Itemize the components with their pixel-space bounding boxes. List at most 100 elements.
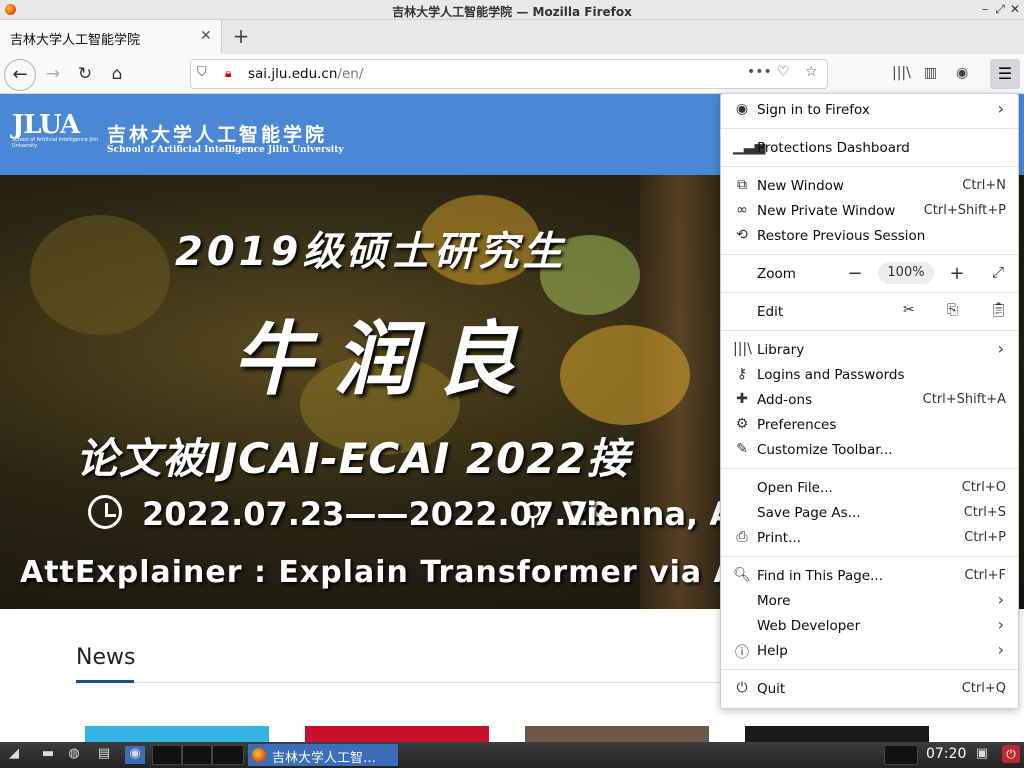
file-manager-icon[interactable]: ▤ — [94, 746, 114, 764]
chevron-right-icon: › — [997, 590, 1004, 609]
restore-session-icon: ⟲ — [736, 227, 748, 243]
network-icon[interactable]: ▣ — [972, 746, 992, 764]
menu-more[interactable]: More › — [721, 589, 1018, 614]
power-icon[interactable]: ⏻ — [1002, 745, 1020, 763]
private-mask-icon: ∞ — [736, 202, 748, 218]
hamburger-menu-button[interactable]: ☰ — [990, 59, 1020, 89]
menu-label: Save Page As... — [757, 505, 861, 521]
firefox-launcher-icon[interactable]: ◉ — [125, 746, 145, 764]
taskbar-firefox-task[interactable]: 吉林大学人工智… — [248, 744, 398, 766]
nav-bar: ← → ↻ ⌂ ⛉ 🔒︎ sai.jlu.edu.cn/en/ ••• ♡ ☆ … — [0, 54, 1024, 94]
menu-new-private-window[interactable]: ∞ New Private Window Ctrl+Shift+P — [721, 199, 1018, 224]
zoom-in-icon[interactable]: + — [947, 263, 967, 284]
tab-active[interactable]: 吉林大学人工智能学院 ✕ — [0, 20, 222, 54]
shield-icon[interactable]: ⛉ — [197, 65, 207, 80]
page-actions-icon[interactable]: ••• — [747, 64, 772, 80]
news-thumbnail[interactable] — [525, 726, 709, 742]
fullscreen-icon[interactable]: ⤢ — [988, 263, 1008, 281]
news-thumbnail[interactable] — [305, 726, 489, 742]
desktop-icon[interactable]: ▬ — [38, 746, 58, 764]
menu-web-developer[interactable]: Web Developer › — [721, 614, 1018, 639]
menu-addons[interactable]: ✚ Add-ons Ctrl+Shift+A — [721, 388, 1018, 413]
copy-icon[interactable]: ⎘ — [947, 302, 958, 318]
app-menu-panel: ◉ Sign in to Firefox › ▁▃▅ Protections D… — [720, 93, 1019, 709]
leaf-decoration — [30, 215, 170, 335]
workspace-1[interactable] — [152, 745, 182, 765]
close-tab-icon[interactable]: ✕ — [200, 28, 212, 44]
key-icon: ⚷ — [736, 366, 748, 382]
workspace-2[interactable] — [182, 745, 212, 765]
zoom-level-button[interactable]: 100% — [878, 262, 934, 284]
workspace-3[interactable] — [212, 745, 244, 765]
school-name-cn: 吉林大学人工智能学院 — [107, 124, 328, 146]
menu-new-window[interactable]: ⧉ New Window Ctrl+N — [721, 174, 1018, 199]
task-label: 吉林大学人工智… — [272, 751, 377, 766]
library-icon[interactable]: |||\ — [892, 65, 911, 81]
account-icon[interactable]: ◉ — [956, 65, 968, 81]
url-bar[interactable]: ⛉ 🔒︎ sai.jlu.edu.cn/en/ ••• ♡ ☆ — [190, 59, 828, 89]
menu-logins[interactable]: ⚷ Logins and Passwords — [721, 363, 1018, 388]
new-tab-button[interactable]: + — [230, 24, 252, 48]
menu-label: Library — [757, 342, 805, 358]
menu-label: New Window — [757, 178, 844, 194]
minimize-icon[interactable]: – — [978, 2, 992, 16]
menu-label: Sign in to Firefox — [757, 102, 870, 118]
menu-customize[interactable]: ✎ Customize Toolbar... — [721, 438, 1018, 463]
menu-open-file[interactable]: Open File... Ctrl+O — [721, 476, 1018, 501]
bookmark-star-icon[interactable]: ☆ — [805, 64, 818, 80]
hero-subtitle: 2019级硕士研究生 — [175, 229, 567, 275]
start-menu-icon[interactable]: ◢ — [4, 746, 24, 764]
menu-shortcut: Ctrl+Shift+A — [922, 392, 1006, 407]
menu-label: Protections Dashboard — [757, 140, 910, 156]
menu-library[interactable]: |||\ Library › — [721, 338, 1018, 363]
library-icon: |||\ — [733, 341, 752, 357]
menu-shortcut: Ctrl+S — [963, 505, 1006, 520]
reload-button[interactable]: ↻ — [73, 62, 97, 86]
news-thumbnail[interactable] — [745, 726, 929, 742]
menu-separator — [721, 292, 1018, 293]
menu-print[interactable]: ⎙ Print... Ctrl+P — [721, 526, 1018, 551]
menu-protections[interactable]: ▁▃▅ Protections Dashboard — [721, 136, 1018, 161]
maximize-icon[interactable]: ⤢ — [993, 2, 1007, 17]
url-text[interactable]: sai.jlu.edu.cn/en/ — [248, 66, 363, 82]
tab-label: 吉林大学人工智能学院 — [10, 33, 141, 48]
menu-shortcut: Ctrl+Q — [961, 681, 1006, 696]
menu-restore-session[interactable]: ⟲ Restore Previous Session — [721, 224, 1018, 249]
news-thumbnail[interactable] — [85, 726, 269, 742]
back-button[interactable]: ← — [4, 59, 36, 91]
menu-sign-in[interactable]: ◉ Sign in to Firefox › — [721, 98, 1018, 123]
university-logo[interactable]: JLUA School of Artificial Intelligence J… — [12, 110, 100, 158]
printer-icon: ⎙ — [736, 529, 748, 545]
menu-label: Customize Toolbar... — [757, 442, 893, 458]
help-icon: ⓘ — [735, 645, 749, 661]
home-button[interactable]: ⌂ — [105, 62, 129, 86]
menu-separator — [721, 468, 1018, 469]
menu-save-page[interactable]: Save Page As... Ctrl+S — [721, 501, 1018, 526]
menu-label: New Private Window — [757, 203, 896, 219]
window-title: 吉林大学人工智能学院 — Mozilla Firefox — [392, 5, 632, 19]
menu-help[interactable]: ⓘ Help › — [721, 639, 1018, 664]
menu-label: More — [757, 593, 791, 609]
sidebar-icon[interactable]: ▥ — [924, 65, 937, 81]
firefox-icon — [252, 748, 266, 762]
browser-icon[interactable]: ◍ — [64, 746, 84, 764]
leaf-decoration — [560, 325, 690, 425]
forward-button[interactable]: → — [41, 62, 65, 86]
menu-separator — [721, 128, 1018, 129]
menu-separator — [721, 166, 1018, 167]
clock[interactable]: 07:20 — [926, 746, 966, 762]
menu-preferences[interactable]: ⚙ Preferences — [721, 413, 1018, 438]
menu-zoom-row: Zoom − 100% + ⤢ — [721, 262, 1018, 287]
menu-find[interactable]: 🔍︎ Find in This Page... Ctrl+F — [721, 564, 1018, 589]
insecure-lock-icon[interactable]: 🔒︎ — [225, 66, 231, 81]
menu-quit[interactable]: ⏻ Quit Ctrl+Q — [721, 677, 1018, 702]
paste-icon[interactable]: 📋︎ — [990, 302, 1008, 318]
menu-separator — [721, 556, 1018, 557]
zoom-out-icon[interactable]: − — [845, 263, 865, 284]
close-window-icon[interactable]: ✕ — [1008, 2, 1022, 16]
menu-label: Open File... — [757, 480, 833, 496]
tray-area[interactable] — [884, 745, 918, 765]
pocket-icon[interactable]: ♡ — [777, 64, 790, 80]
gear-icon: ⚙ — [735, 416, 749, 432]
cut-icon[interactable]: ✂ — [903, 302, 915, 318]
